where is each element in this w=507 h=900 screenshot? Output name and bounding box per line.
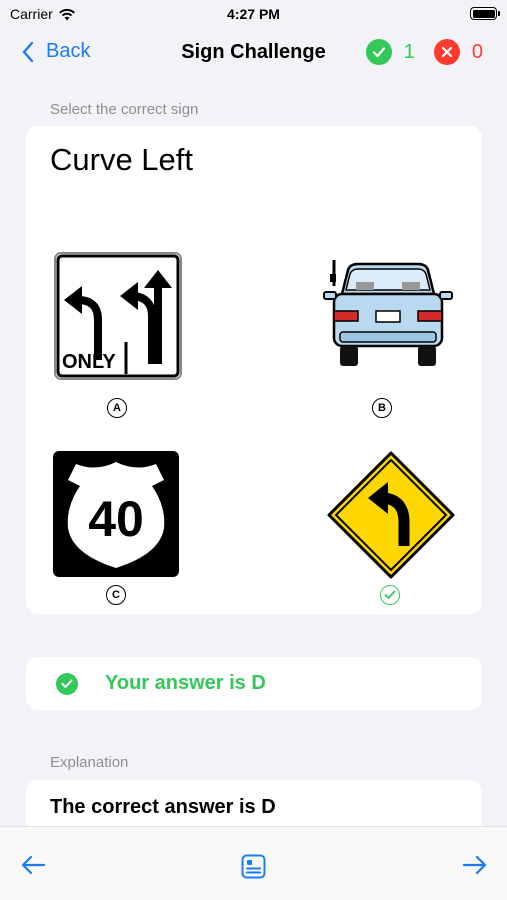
curve-left-warning-sign-icon xyxy=(327,451,455,579)
car-rear-icon xyxy=(323,260,453,366)
navigation-bar: Back Sign Challenge 1 0 xyxy=(0,30,507,76)
correct-check-icon xyxy=(365,39,392,65)
option-letter-c: C xyxy=(106,585,126,605)
status-bar: Carrier 4:27 PM xyxy=(0,0,507,30)
previous-button[interactable] xyxy=(20,855,46,880)
option-a[interactable]: ONLY A xyxy=(54,252,184,422)
correct-count: 1 xyxy=(403,40,415,63)
route-number: 40 xyxy=(88,491,144,547)
document-list-icon xyxy=(241,854,266,879)
option-letter-b: B xyxy=(372,398,392,418)
option-b[interactable]: B xyxy=(320,256,460,422)
option-d-correct-check-icon xyxy=(380,585,400,605)
wrong-x-icon xyxy=(433,39,460,65)
question-card: Curve Left ONLY A B 40 C xyxy=(26,126,482,614)
arrow-right-icon xyxy=(462,855,487,875)
option-c[interactable]: 40 C xyxy=(52,450,182,610)
score-summary: 1 0 xyxy=(365,39,483,65)
answer-result-text: Your answer is D xyxy=(105,672,266,694)
explanation-title: The correct answer is D xyxy=(50,796,276,818)
sign-text-only: ONLY xyxy=(62,351,116,373)
explanation-label: Explanation xyxy=(50,754,129,771)
status-time: 4:27 PM xyxy=(227,6,280,22)
lane-control-sign-icon: ONLY xyxy=(54,252,182,380)
option-letter-a: A xyxy=(107,398,127,418)
answer-result-card: Your answer is D xyxy=(26,657,482,710)
us-route-shield-icon: 40 xyxy=(53,451,179,577)
option-d[interactable] xyxy=(326,450,456,610)
battery-icon xyxy=(470,7,500,20)
question-title: Curve Left xyxy=(50,142,194,177)
next-button[interactable] xyxy=(462,855,488,880)
question-list-button[interactable] xyxy=(241,854,266,884)
answer-correct-icon xyxy=(56,672,78,695)
arrow-left-icon xyxy=(21,855,46,875)
wrong-count: 0 xyxy=(471,40,483,63)
bottom-toolbar xyxy=(0,826,507,900)
question-prompt: Select the correct sign xyxy=(50,101,199,118)
